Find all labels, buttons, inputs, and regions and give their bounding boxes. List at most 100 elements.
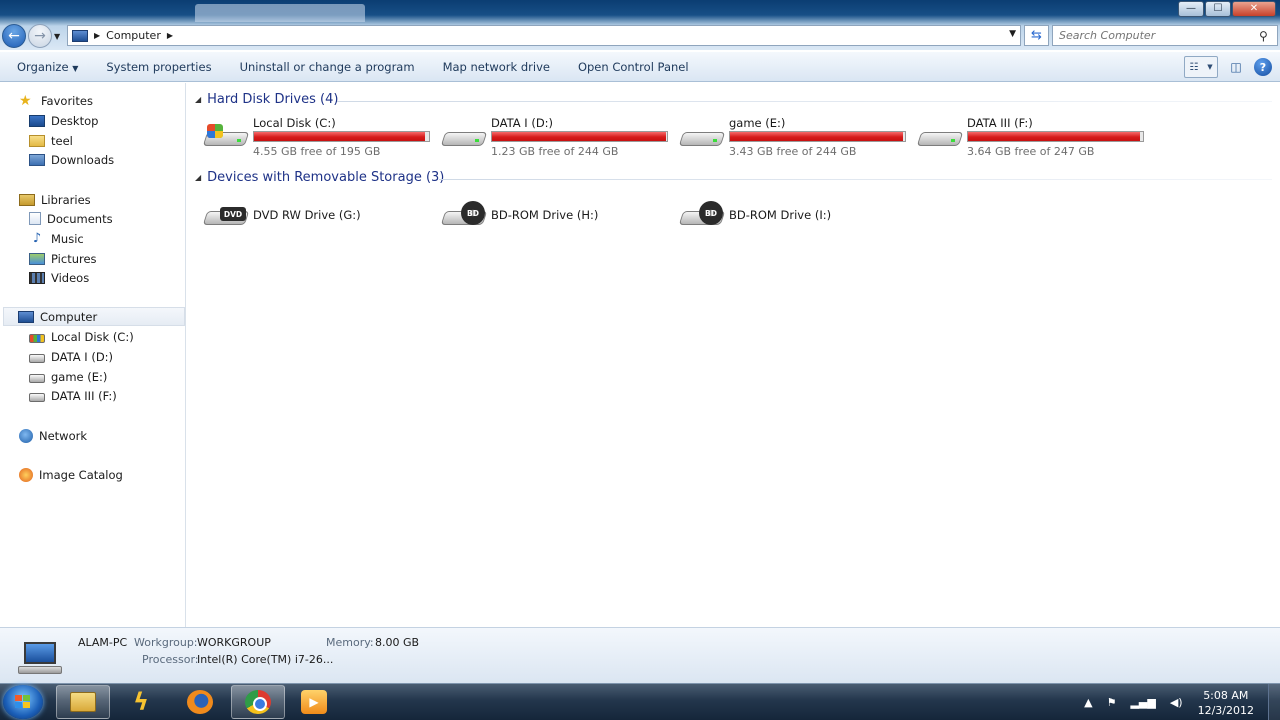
system-properties-button[interactable]: System properties [92, 60, 225, 74]
star-icon: ★ [19, 92, 32, 109]
sidebar-item-pictures[interactable]: Pictures [29, 249, 97, 268]
drive-usage-bar [729, 131, 906, 142]
sidebar-item-game-e[interactable]: game (E:) [29, 367, 107, 386]
sidebar-item-favorites[interactable]: ★ Favorites [19, 91, 93, 110]
drive-name: game (E:) [729, 116, 786, 130]
sidebar-item-label: DATA I (D:) [51, 349, 114, 364]
address-bar[interactable]: ▶ Computer ▶ ▼ [67, 25, 1021, 46]
refresh-icon: ⇆ [1031, 28, 1042, 43]
sidebar-item-documents[interactable]: Documents [29, 209, 113, 228]
drive-tile[interactable]: game (E:) 3.43 GB free of 244 GB [678, 114, 917, 158]
sidebar-item-data-iii-f[interactable]: DATA III (F:) [29, 386, 117, 405]
sidebar-item-music[interactable]: ♪ Music [29, 229, 84, 248]
pc-name: ALAM-PC [78, 636, 128, 649]
sidebar-item-image-catalog[interactable]: Image Catalog [19, 465, 123, 484]
sidebar-item-data-i-d[interactable]: DATA I (D:) [29, 347, 113, 366]
sidebar-item-local-disk-c[interactable]: Local Disk (C:) [29, 327, 134, 346]
drive-tile[interactable]: DVD DVD RW Drive (G:) [202, 193, 441, 237]
drive-tile[interactable]: BD BD-ROM Drive (H:) [440, 193, 679, 237]
search-box[interactable]: ⚲ [1052, 25, 1278, 46]
show-hidden-icons-icon[interactable]: ▲ [1084, 696, 1092, 709]
sidebar-item-label: Computer [40, 309, 98, 324]
bluray-drive-icon: BD [678, 201, 726, 229]
hard-drive-icon [29, 353, 45, 363]
sidebar-item-teel[interactable]: teel [29, 131, 73, 150]
hard-drive-icon [440, 122, 488, 150]
chevron-right-icon[interactable]: ▶ [94, 31, 100, 40]
drive-name: DATA I (D:) [491, 116, 554, 130]
drive-usage-fill [492, 132, 667, 141]
drive-name: DVD RW Drive (G:) [253, 208, 361, 222]
system-tray: ▲ ⚑ ▂▄▆ ◀) 5:08 AM 12/3/2012 [1077, 684, 1280, 720]
computer-icon [18, 310, 34, 323]
breadcrumb-computer[interactable]: Computer [106, 29, 161, 42]
organize-menu[interactable]: Organize ▼ [0, 60, 92, 74]
sidebar-item-label: Music [51, 231, 84, 246]
group-header-removable-storage[interactable]: ◢ Devices with Removable Storage (3) [195, 170, 444, 185]
chevron-down-icon: ▼ [1207, 63, 1213, 71]
recent-pages-dropdown[interactable]: ▼ [54, 32, 60, 41]
sidebar-item-network[interactable]: Network [19, 426, 87, 445]
chrome-icon [245, 690, 271, 714]
drive-free-space: 3.43 GB free of 244 GB [729, 145, 857, 158]
group-title: Devices with Removable Storage (3) [207, 170, 445, 185]
sidebar-item-label: teel [51, 133, 73, 148]
taskbar-explorer[interactable] [56, 685, 110, 719]
drive-tile[interactable]: DATA I (D:) 1.23 GB free of 244 GB [440, 114, 679, 158]
help-button[interactable]: ? [1254, 58, 1272, 76]
back-button[interactable]: ← [2, 24, 26, 48]
change-view-button[interactable]: ☷ ▼ [1184, 56, 1218, 78]
sidebar-item-label: Downloads [51, 152, 115, 167]
open-control-panel-button[interactable]: Open Control Panel [564, 60, 703, 74]
collapse-triangle-icon[interactable]: ◢ [195, 173, 201, 182]
taskbar-media-player[interactable]: ▶ [287, 685, 341, 719]
hard-drive-icon [916, 122, 964, 150]
collapse-triangle-icon[interactable]: ◢ [195, 95, 201, 104]
navigation-pane: ★ Favorites Desktop teel Downloads Librar… [0, 83, 186, 627]
drive-name: DATA III (F:) [967, 116, 1033, 130]
drive-tile[interactable]: BD BD-ROM Drive (I:) [678, 193, 917, 237]
sidebar-item-downloads[interactable]: Downloads [29, 150, 114, 169]
volume-icon[interactable]: ◀) [1170, 696, 1183, 709]
group-header-hard-disk-drives[interactable]: ◢ Hard Disk Drives (4) [195, 92, 338, 107]
sidebar-item-libraries[interactable]: Libraries [19, 190, 91, 209]
clock[interactable]: 5:08 AM 12/3/2012 [1198, 688, 1254, 718]
taskbar-firefox[interactable] [173, 685, 227, 719]
disc-badge: BD [699, 201, 723, 225]
taskbar-winamp[interactable]: ϟ [114, 685, 168, 719]
drive-tile[interactable]: Local Disk (C:) 4.55 GB free of 195 GB [202, 114, 441, 158]
search-input[interactable] [1059, 29, 1259, 42]
drive-tile[interactable]: DATA III (F:) 3.64 GB free of 247 GB [916, 114, 1155, 158]
map-network-drive-button[interactable]: Map network drive [429, 60, 564, 74]
show-desktop-button[interactable] [1268, 684, 1280, 720]
drive-usage-fill [730, 132, 903, 141]
refresh-button[interactable]: ⇆ [1024, 25, 1049, 46]
taskbar-chrome[interactable] [231, 685, 285, 719]
computer-icon [18, 642, 62, 674]
forward-button[interactable]: → [28, 24, 52, 48]
organize-label: Organize [17, 59, 69, 74]
minimize-button[interactable]: — [1178, 1, 1204, 17]
preview-pane-button[interactable]: ◫ [1224, 56, 1248, 78]
sidebar-item-desktop[interactable]: Desktop [29, 111, 98, 130]
close-button[interactable]: ✕ [1232, 1, 1276, 17]
uninstall-program-button[interactable]: Uninstall or change a program [226, 60, 429, 74]
downloads-icon [29, 153, 45, 166]
sidebar-item-label: Local Disk (C:) [51, 329, 134, 344]
network-icon [19, 428, 33, 443]
drive-free-space: 4.55 GB free of 195 GB [253, 145, 381, 158]
maximize-button[interactable]: ☐ [1205, 1, 1231, 17]
chevron-right-icon[interactable]: ▶ [167, 31, 173, 40]
start-button[interactable] [3, 685, 43, 719]
address-dropdown-icon[interactable]: ▼ [1009, 29, 1016, 39]
drive-usage-bar [967, 131, 1144, 142]
network-signal-icon[interactable]: ▂▄▆ [1130, 696, 1155, 709]
action-center-flag-icon[interactable]: ⚑ [1107, 696, 1117, 709]
disc-badge: DVD [220, 207, 246, 221]
search-icon[interactable]: ⚲ [1259, 29, 1277, 43]
drive-usage-bar [253, 131, 430, 142]
sidebar-item-computer[interactable]: Computer [3, 307, 185, 326]
sidebar-item-videos[interactable]: Videos [29, 268, 89, 287]
sidebar-item-label: Network [39, 428, 88, 443]
desktop-icon [29, 114, 45, 127]
